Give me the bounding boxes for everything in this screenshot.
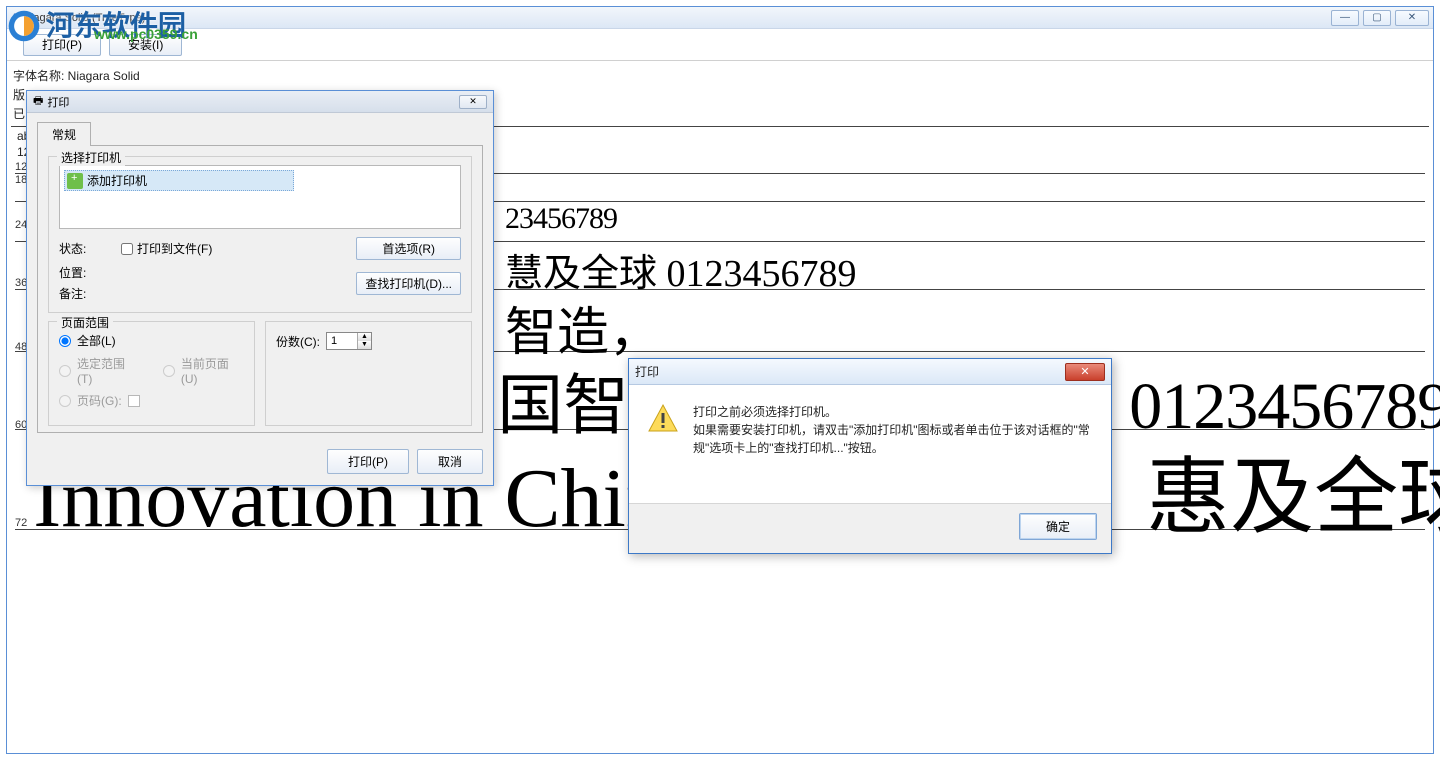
- radio-pages-label: 页码(G):: [77, 392, 122, 409]
- dialog-cancel-button[interactable]: 取消: [417, 449, 483, 474]
- radio-all-label: 全部(L): [77, 332, 116, 349]
- radio-selection-label: 选定范围(T): [77, 355, 139, 386]
- window-title: Niagara Solid (TrueType): [23, 12, 1331, 24]
- watermark-logo-icon: [6, 8, 42, 44]
- print-to-file-label: 打印到文件(F): [137, 240, 212, 257]
- pages-input: [128, 395, 140, 407]
- find-printer-button[interactable]: 查找打印机(D)...: [356, 272, 461, 295]
- main-titlebar[interactable]: A Niagara Solid (TrueType) — ▢ ✕: [7, 7, 1433, 29]
- tab-general[interactable]: 常规: [37, 122, 91, 146]
- preferences-button[interactable]: 首选项(R): [356, 237, 461, 260]
- warning-icon: [647, 403, 679, 435]
- spin-down-icon[interactable]: ▼: [358, 341, 371, 349]
- radio-current-label: 当前页面(U): [181, 355, 244, 386]
- close-button[interactable]: ✕: [1395, 10, 1429, 26]
- comment-label: 备注:: [59, 285, 115, 302]
- copies-label: 份数(C):: [276, 333, 320, 350]
- add-printer-item[interactable]: 添加打印机: [64, 170, 294, 191]
- status-label: 状态:: [59, 240, 115, 257]
- alert-message: 打印之前必须选择打印机。 如果需要安装打印机，请双击"添加打印机"图标或者单击位…: [693, 403, 1095, 503]
- print-dialog-title: 打印: [47, 94, 459, 110]
- print-to-file-checkbox[interactable]: [121, 243, 133, 255]
- alert-dialog: 打印 ✕ 打印之前必须选择打印机。 如果需要安装打印机，请双击"添加打印机"图标…: [628, 358, 1112, 554]
- print-dialog-close-button[interactable]: ✕: [459, 95, 487, 109]
- add-printer-icon: [67, 173, 83, 189]
- alert-line2: 如果需要安装打印机，请双击"添加打印机"图标或者单击位于该对话框的"常规"选项卡…: [693, 421, 1095, 457]
- alert-title: 打印: [635, 363, 1065, 380]
- radio-all[interactable]: [59, 335, 71, 347]
- alert-close-button[interactable]: ✕: [1065, 363, 1105, 381]
- printer-group-label: 选择打印机: [57, 149, 125, 166]
- radio-pages: [59, 395, 71, 407]
- printer-list[interactable]: 添加打印机: [59, 165, 461, 229]
- sample-24: 23456789: [505, 202, 617, 236]
- alert-titlebar[interactable]: 打印 ✕: [629, 359, 1111, 385]
- minimize-button[interactable]: —: [1331, 10, 1359, 26]
- watermark-url: www.pc0359.cn: [94, 26, 198, 42]
- copies-input[interactable]: [327, 333, 357, 349]
- toolbar: 打印(P) 安装(I): [7, 29, 1433, 61]
- dialog-print-button[interactable]: 打印(P): [327, 449, 409, 474]
- font-name-label: 字体名称: Niagara Solid: [11, 67, 1429, 84]
- alert-line1: 打印之前必须选择打印机。: [693, 403, 1095, 421]
- copies-spinner[interactable]: ▲▼: [326, 332, 372, 350]
- add-printer-label: 添加打印机: [87, 172, 147, 189]
- print-dialog-titlebar[interactable]: 🖶 打印 ✕: [27, 91, 493, 113]
- spin-up-icon[interactable]: ▲: [358, 333, 371, 341]
- printer-icon: 🖶: [33, 92, 43, 111]
- size-72: 72: [15, 517, 27, 529]
- range-group-label: 页面范围: [57, 314, 113, 331]
- print-dialog: 🖶 打印 ✕ 常规 选择打印机 添加打印机 状态: 打印到文件(F) 首选项(R…: [26, 90, 494, 486]
- location-label: 位置:: [59, 264, 115, 281]
- maximize-button[interactable]: ▢: [1363, 10, 1391, 26]
- sample-36: 慧及全球 0123456789: [505, 242, 857, 297]
- alert-ok-button[interactable]: 确定: [1019, 513, 1097, 540]
- radio-current: [163, 365, 175, 377]
- radio-selection: [59, 365, 71, 377]
